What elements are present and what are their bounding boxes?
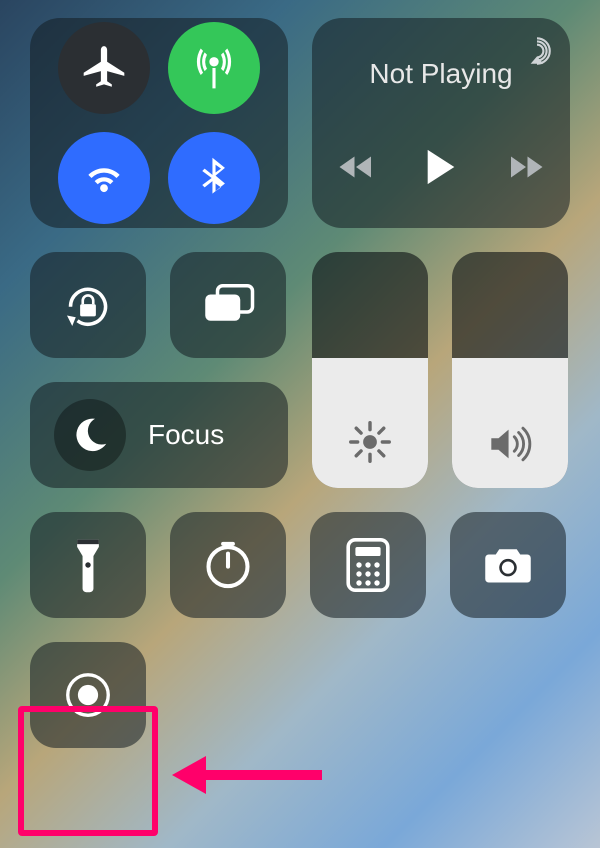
media-controls <box>338 148 544 186</box>
orientation-lock-icon <box>60 277 116 333</box>
timer-button[interactable] <box>170 512 286 618</box>
control-center: Not Playing Focus <box>0 0 600 848</box>
camera-button[interactable] <box>450 512 566 618</box>
calculator-icon <box>346 538 390 592</box>
brightness-icon-wrap <box>312 420 428 464</box>
calculator-button[interactable] <box>310 512 426 618</box>
orientation-lock-button[interactable] <box>30 252 146 358</box>
media-title-text: Not Playing <box>369 58 512 90</box>
row-middle: Focus <box>30 252 570 488</box>
airplay-button[interactable] <box>520 34 554 73</box>
screen-mirroring-icon <box>200 281 256 329</box>
speaker-icon <box>487 424 533 464</box>
screen-mirroring-button[interactable] <box>170 252 286 358</box>
flashlight-button[interactable] <box>30 512 146 618</box>
brightness-slider[interactable] <box>312 252 428 488</box>
bluetooth-icon <box>189 153 239 203</box>
focus-label: Focus <box>148 419 224 451</box>
timer-icon <box>202 539 254 591</box>
moon-icon <box>70 415 110 455</box>
sun-icon <box>348 420 392 464</box>
left-stack: Focus <box>30 252 288 488</box>
row-top: Not Playing <box>30 18 570 228</box>
airplay-icon <box>520 34 554 68</box>
fast-forward-button[interactable] <box>508 153 544 181</box>
antenna-icon <box>189 43 239 93</box>
wifi-icon <box>79 153 129 203</box>
cellular-button[interactable] <box>168 22 260 114</box>
bluetooth-button[interactable] <box>168 132 260 224</box>
screen-recording-button[interactable] <box>30 642 146 748</box>
focus-button[interactable]: Focus <box>30 382 288 488</box>
sliders <box>312 252 568 488</box>
camera-icon <box>480 543 536 587</box>
record-icon <box>61 668 115 722</box>
wifi-button[interactable] <box>58 132 150 224</box>
play-button[interactable] <box>424 148 458 186</box>
media-player-tile[interactable]: Not Playing <box>312 18 570 228</box>
row-recording <box>30 642 570 748</box>
volume-slider[interactable] <box>452 252 568 488</box>
focus-icon-circle <box>54 399 126 471</box>
airplane-icon <box>79 43 129 93</box>
row-utilities <box>30 512 570 618</box>
volume-icon-wrap <box>452 424 568 464</box>
airplane-mode-button[interactable] <box>58 22 150 114</box>
flashlight-icon <box>69 536 107 594</box>
connectivity-group[interactable] <box>30 18 288 228</box>
rewind-button[interactable] <box>338 153 374 181</box>
